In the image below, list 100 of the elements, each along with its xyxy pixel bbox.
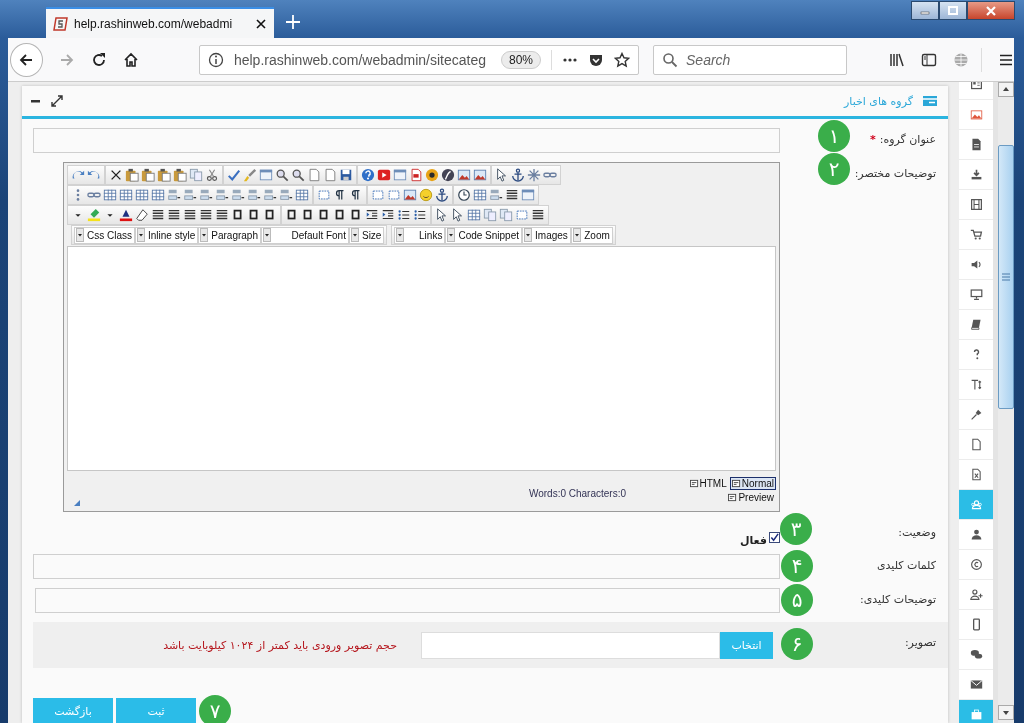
home-icon[interactable]: [122, 51, 139, 68]
help-icon[interactable]: [361, 168, 375, 182]
paragraph-icon[interactable]: [349, 188, 363, 202]
clipboard-icon[interactable]: [125, 168, 139, 182]
toolbar-dropdown[interactable]: Images: [522, 226, 571, 244]
brush-icon[interactable]: [243, 168, 257, 182]
minimize-button[interactable]: [911, 1, 939, 20]
highlighter-icon[interactable]: [87, 208, 101, 222]
scroll-down-icon[interactable]: [998, 705, 1014, 720]
format-icon[interactable]: [349, 208, 363, 222]
close-icon[interactable]: [255, 17, 267, 30]
toolbar-dropdown[interactable]: Inline style: [135, 226, 199, 244]
star-icon[interactable]: [614, 51, 631, 68]
toolbar-dropdown[interactable]: Code Snippet: [445, 226, 523, 244]
sparkle-icon[interactable]: [527, 168, 541, 182]
close-button[interactable]: [967, 1, 1015, 20]
indent-icon[interactable]: [381, 208, 395, 222]
toolbar-dropdown[interactable]: Css Class: [74, 226, 135, 244]
table-icon[interactable]: [295, 188, 309, 202]
format-icon[interactable]: [231, 208, 245, 222]
library-icon[interactable]: [889, 51, 906, 68]
align-icon[interactable]: [215, 208, 229, 222]
expand-icon[interactable]: [51, 95, 63, 107]
anchor-icon[interactable]: [435, 188, 449, 202]
video-icon[interactable]: [377, 168, 391, 182]
image-icon[interactable]: [473, 168, 487, 182]
back-button[interactable]: [10, 42, 43, 77]
align-icon[interactable]: [167, 208, 181, 222]
table-icon[interactable]: [151, 188, 165, 202]
checkbox[interactable]: [769, 531, 780, 543]
info-icon[interactable]: [207, 51, 224, 68]
table-icon[interactable]: [467, 208, 481, 222]
cursor-icon[interactable]: [495, 168, 509, 182]
keywords-input[interactable]: [33, 554, 780, 579]
mode-tab[interactable]: Preview: [726, 490, 776, 504]
document-icon[interactable]: [409, 168, 423, 182]
paragraph-icon[interactable]: [333, 188, 347, 202]
mode-tab[interactable]: HTML: [687, 476, 729, 490]
align-icon[interactable]: [151, 208, 165, 222]
table-icon[interactable]: [119, 188, 133, 202]
document-icon[interactable]: [307, 168, 321, 182]
format-icon[interactable]: [247, 208, 261, 222]
new-tab-icon[interactable]: [286, 15, 300, 29]
align-icon[interactable]: [531, 208, 545, 222]
resize-icon[interactable]: [73, 499, 81, 507]
description-input[interactable]: [35, 588, 780, 613]
search-field[interactable]: Search: [653, 44, 848, 75]
format-icon[interactable]: [285, 208, 299, 222]
magnifier-icon[interactable]: [275, 168, 289, 182]
window-icon[interactable]: [259, 168, 273, 182]
clock-icon[interactable]: [457, 188, 471, 202]
zoom-level[interactable]: 80%: [501, 50, 542, 69]
format-icon[interactable]: [301, 208, 315, 222]
toolbar-dropdown[interactable]: Size: [348, 226, 385, 244]
cursor-icon[interactable]: [451, 208, 465, 222]
maximize-button[interactable]: [939, 1, 967, 20]
toolbar-dropdown[interactable]: Zoom: [570, 226, 613, 244]
table-icon[interactable]: [135, 188, 149, 202]
text-color-icon[interactable]: [119, 208, 133, 222]
format-icon[interactable]: [317, 208, 331, 222]
clipboard-icon[interactable]: [173, 168, 187, 182]
toolbar-dropdown[interactable]: Paragraph: [198, 226, 261, 244]
scissors-icon[interactable]: [205, 168, 219, 182]
address-bar[interactable]: help.rashinweb.com/webadmin/sitecateg 80%: [198, 44, 640, 75]
cross-icon[interactable]: [109, 168, 123, 182]
align-icon[interactable]: [183, 208, 197, 222]
table-icon[interactable]: [103, 188, 117, 202]
table-icon[interactable]: [473, 188, 487, 202]
scroll-up-icon[interactable]: [998, 82, 1014, 97]
cursor-icon[interactable]: [435, 208, 449, 222]
check-icon[interactable]: [227, 168, 241, 182]
sidebar-icon[interactable]: [921, 51, 938, 68]
redo-icon[interactable]: [71, 168, 85, 182]
toolbar-dropdown[interactable]: Default Font: [260, 226, 349, 244]
anchor-icon[interactable]: [511, 168, 525, 182]
undo-icon[interactable]: [87, 168, 101, 182]
scroll-thumb[interactable]: [998, 145, 1014, 409]
image-icon[interactable]: [457, 168, 471, 182]
title-input[interactable]: [33, 128, 780, 153]
flash-icon[interactable]: [441, 168, 455, 182]
align-icon[interactable]: [505, 188, 519, 202]
save-icon[interactable]: [339, 168, 353, 182]
reload-icon[interactable]: [90, 51, 107, 68]
browser-tab[interactable]: help.rashinweb.com/webadmi: [46, 7, 274, 38]
eraser-icon[interactable]: [135, 208, 149, 222]
disc-icon[interactable]: [425, 168, 439, 182]
window-icon[interactable]: [393, 168, 407, 182]
document-icon[interactable]: [323, 168, 337, 182]
file-field[interactable]: [421, 631, 720, 659]
format-icon[interactable]: [263, 208, 277, 222]
list-icon[interactable]: [397, 208, 411, 222]
image-icon[interactable]: [403, 188, 417, 202]
format-icon[interactable]: [333, 208, 347, 222]
clipboard-icon[interactable]: [157, 168, 171, 182]
search-input[interactable]: Search: [684, 50, 839, 69]
align-icon[interactable]: [199, 208, 213, 222]
list-icon[interactable]: [413, 208, 427, 222]
clipboard-icon[interactable]: [141, 168, 155, 182]
toolbar-dropdown[interactable]: Links: [394, 226, 446, 244]
mode-tab[interactable]: Normal: [729, 476, 776, 490]
